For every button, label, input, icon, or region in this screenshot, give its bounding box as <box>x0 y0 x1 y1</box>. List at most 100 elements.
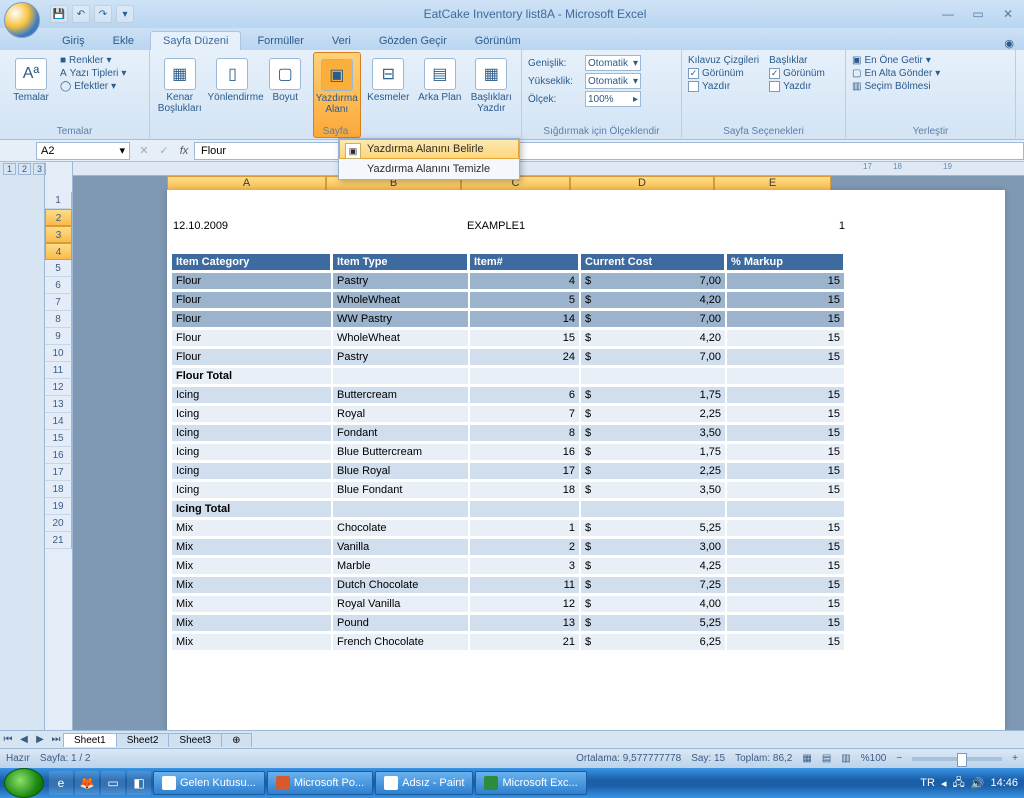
row-header[interactable]: 15 <box>45 430 72 447</box>
table-row[interactable]: MixMarble3$4,2515 <box>172 558 844 575</box>
new-sheet-button[interactable]: ⊕ <box>221 733 251 747</box>
zoom-level[interactable]: %100 <box>861 753 887 764</box>
row-header[interactable]: 6 <box>45 277 72 294</box>
table-row[interactable]: Icing Total <box>172 501 844 518</box>
row-header[interactable]: 5 <box>45 260 72 277</box>
table-row[interactable]: IcingFondant8$3,5015 <box>172 425 844 442</box>
table-row[interactable]: Mix Dutch Chocolate11$7,2515 <box>172 577 844 594</box>
tray-icon[interactable]: ◂ <box>941 777 947 790</box>
view-layout-icon[interactable]: ▤ <box>822 753 831 764</box>
task-paint[interactable]: Adsız - Paint <box>375 771 473 795</box>
bring-front-button[interactable]: ▣ En Öne Getir ▾ <box>852 54 1009 67</box>
save-icon[interactable]: 💾 <box>50 5 68 23</box>
row-header[interactable]: 10 <box>45 345 72 362</box>
quick-launch-firefox[interactable]: 🦊 <box>75 771 99 795</box>
quick-launch-app[interactable]: ◧ <box>127 771 151 795</box>
width-combo[interactable]: Otomatik▾ <box>585 55 641 71</box>
headings-view-check[interactable]: ✓ Görünüm <box>769 67 825 80</box>
gridlines-print-check[interactable]: Yazdır <box>688 80 759 93</box>
row-header[interactable]: 18 <box>45 481 72 498</box>
view-normal-icon[interactable]: ▦ <box>802 753 811 764</box>
language-indicator[interactable]: TR <box>920 777 935 789</box>
table-row[interactable]: Flour Total <box>172 368 844 385</box>
row-header[interactable]: 13 <box>45 396 72 413</box>
prev-sheet-button[interactable]: ◀ <box>16 734 32 745</box>
row-header[interactable]: 8 <box>45 311 72 328</box>
tab-gozden-gecir[interactable]: Gözden Geçir <box>367 32 459 50</box>
zoom-in-button[interactable]: + <box>1012 753 1018 764</box>
row-header[interactable]: 4 <box>45 243 72 260</box>
table-row[interactable]: IcingBlue Fondant18$3,5015 <box>172 482 844 499</box>
enter-icon[interactable]: ✓ <box>159 144 168 157</box>
qat-customize-icon[interactable]: ▾ <box>116 5 134 23</box>
fonts-button[interactable]: A Yazı Tipleri ▾ <box>60 67 126 80</box>
colors-button[interactable]: ■ Renkler ▾ <box>60 54 126 67</box>
clear-print-area-item[interactable]: Yazdırma Alanını Temizle <box>339 159 519 179</box>
zoom-slider[interactable] <box>912 757 1002 761</box>
table-row[interactable]: FlourWholeWheat5$4,2015 <box>172 292 844 309</box>
tab-sayfa-duzeni[interactable]: Sayfa Düzeni <box>150 31 241 50</box>
height-combo[interactable]: Otomatik▾ <box>585 73 641 89</box>
name-box[interactable]: A2▾ <box>36 142 130 160</box>
tray-network-icon[interactable]: 🖧 <box>953 774 965 793</box>
set-print-area-item[interactable]: ▣Yazdırma Alanını Belirle <box>339 139 519 159</box>
tab-formuller[interactable]: Formüller <box>245 32 315 50</box>
table-row[interactable]: IcingBlue Buttercream16$1,7515 <box>172 444 844 461</box>
row-header[interactable]: 1 <box>45 192 72 209</box>
table-row[interactable]: FlourPastry24$7,0015 <box>172 349 844 366</box>
tab-gorunum[interactable]: Görünüm <box>463 32 533 50</box>
task-excel[interactable]: Microsoft Exc... <box>475 771 586 795</box>
office-button[interactable] <box>4 2 40 38</box>
data-table[interactable]: Item CategoryItem TypeItem#Current Cost%… <box>170 252 846 653</box>
sheet-tab-1[interactable]: Sheet1 <box>63 733 117 747</box>
sheet-tab-3[interactable]: Sheet3 <box>168 733 222 747</box>
zoom-out-button[interactable]: − <box>896 753 902 764</box>
minimize-button[interactable]: — <box>936 7 960 21</box>
sheet-tab-2[interactable]: Sheet2 <box>116 733 170 747</box>
start-button[interactable] <box>4 768 44 798</box>
table-row[interactable]: FlourPastry4$7,0015 <box>172 273 844 290</box>
scale-combo[interactable]: 100%▸ <box>585 91 641 107</box>
first-sheet-button[interactable]: ⏮ <box>0 734 16 745</box>
row-header[interactable]: 9 <box>45 328 72 345</box>
tray-volume-icon[interactable]: 🔊 <box>971 777 985 790</box>
selection-pane-button[interactable]: ▥ Seçim Bölmesi <box>852 80 1009 93</box>
table-row[interactable]: IcingBlue Royal17$2,2515 <box>172 463 844 480</box>
task-powerpoint[interactable]: Microsoft Po... <box>267 771 373 795</box>
tab-giris[interactable]: Giriş <box>50 32 97 50</box>
tab-ekle[interactable]: Ekle <box>101 32 146 50</box>
cancel-icon[interactable]: ✕ <box>139 144 148 157</box>
restore-button[interactable]: ▭ <box>966 7 990 21</box>
row-header[interactable]: 2 <box>45 209 72 226</box>
row-header[interactable]: 14 <box>45 413 72 430</box>
view-pagebreak-icon[interactable]: ▥ <box>841 753 850 764</box>
row-header[interactable]: 19 <box>45 498 72 515</box>
table-row[interactable]: IcingRoyal7$2,2515 <box>172 406 844 423</box>
tab-veri[interactable]: Veri <box>320 32 363 50</box>
row-header[interactable]: 20 <box>45 515 72 532</box>
quick-launch-desktop[interactable]: ▭ <box>101 771 125 795</box>
table-row[interactable]: MixVanilla2$3,0015 <box>172 539 844 556</box>
table-row[interactable]: MixFrench Chocolate21$6,2515 <box>172 634 844 651</box>
help-icon[interactable]: ◉ <box>994 37 1024 50</box>
table-row[interactable]: MixChocolate1$5,2515 <box>172 520 844 537</box>
send-back-button[interactable]: ▢ En Alta Gönder ▾ <box>852 67 1009 80</box>
outline-pane[interactable]: 123 <box>0 162 45 730</box>
quick-launch-ie[interactable]: e <box>49 771 73 795</box>
row-header[interactable]: 17 <box>45 464 72 481</box>
row-header[interactable]: 21 <box>45 532 72 549</box>
row-header[interactable]: 3 <box>45 226 72 243</box>
task-outlook[interactable]: Gelen Kutusu... <box>153 771 265 795</box>
table-row[interactable]: FlourWholeWheat15$4,2015 <box>172 330 844 347</box>
undo-icon[interactable]: ↶ <box>72 5 90 23</box>
headings-print-check[interactable]: Yazdır <box>769 80 825 93</box>
table-row[interactable]: MixPound13$5,2515 <box>172 615 844 632</box>
fx-icon[interactable]: fx <box>174 145 194 157</box>
gridlines-view-check[interactable]: ✓ Görünüm <box>688 67 759 80</box>
table-row[interactable]: IcingButtercream6$1,7515 <box>172 387 844 404</box>
table-row[interactable]: FlourWW Pastry14$7,0015 <box>172 311 844 328</box>
next-sheet-button[interactable]: ▶ <box>32 734 48 745</box>
redo-icon[interactable]: ↷ <box>94 5 112 23</box>
system-tray[interactable]: TR ◂ 🖧 🔊 14:46 <box>914 774 1024 793</box>
row-header[interactable]: 11 <box>45 362 72 379</box>
